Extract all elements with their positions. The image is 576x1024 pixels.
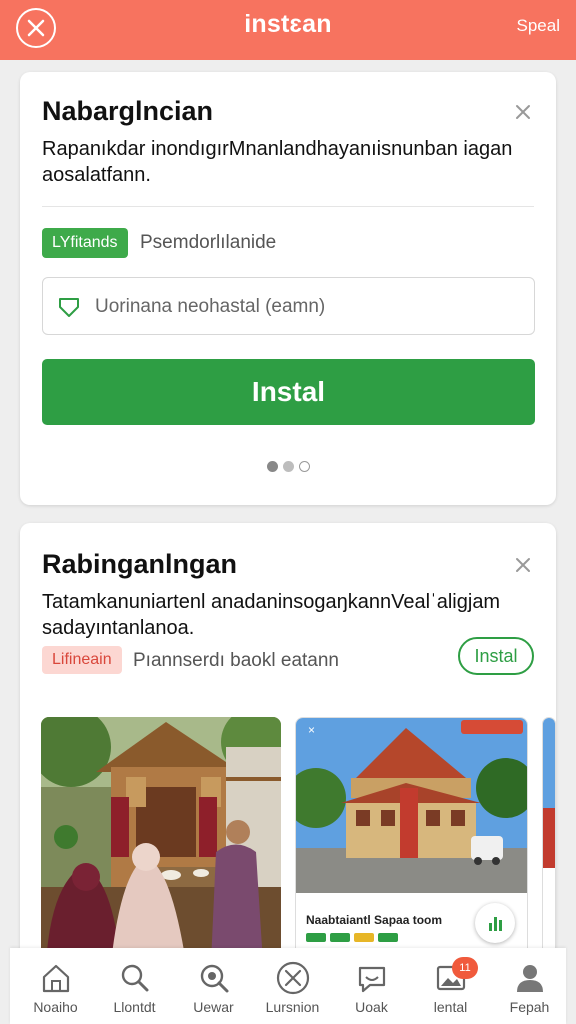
- nav-label: Uoak: [355, 999, 388, 1015]
- status-badge: LYfitands: [42, 228, 128, 258]
- tag-chip: [354, 933, 374, 942]
- photo-illustration: [41, 717, 281, 963]
- chart-fab-button[interactable]: [475, 903, 515, 943]
- tag-chip: [330, 933, 350, 942]
- install-card-2: Rabinganlngan Tatamkanuniartenl anadanin…: [20, 523, 556, 963]
- install-card-1: Nabarglncian Rapanıkdar inondıgırMnanlan…: [20, 72, 556, 505]
- app-bar-title: instɛan: [244, 10, 332, 38]
- photo-tags: [306, 933, 398, 942]
- nav-item-view[interactable]: Uewar: [174, 948, 253, 1024]
- search-icon: [121, 964, 149, 992]
- dismiss-card-icon[interactable]: [514, 103, 532, 121]
- nav-label: Llontdt: [113, 999, 156, 1015]
- nav-label: lental: [433, 999, 468, 1015]
- pager-dots: [20, 461, 556, 472]
- gallery-photo-wooden-house[interactable]: [41, 717, 281, 963]
- nav-label: Fepah: [509, 999, 550, 1015]
- nav-label: Lursnion: [265, 999, 320, 1015]
- search-zoom-icon: [200, 964, 229, 993]
- chat-icon: [358, 966, 386, 993]
- tag-chip: [378, 933, 398, 942]
- badge-caption: Pıannserdı baokl eatann: [133, 650, 339, 671]
- card-description: Tatamkanuniartenl anadaninsogaŋkannVealˈ…: [42, 591, 501, 639]
- nav-label: Uewar: [193, 999, 234, 1015]
- nav-item-gallery[interactable]: 11 lental: [411, 948, 490, 1024]
- home-icon: [42, 964, 70, 993]
- tag-chip: [306, 933, 326, 942]
- notification-badge: 11: [452, 957, 478, 979]
- pager-dot[interactable]: [298, 461, 310, 472]
- install-button[interactable]: Instal: [42, 359, 535, 425]
- nav-item-chat[interactable]: Uoak: [332, 948, 411, 1024]
- nav-item-home[interactable]: Noaiho: [16, 948, 95, 1024]
- pager-dot[interactable]: [282, 461, 294, 472]
- name-input[interactable]: Uorinana neohastal (eamn): [42, 277, 535, 335]
- shield-icon: [59, 298, 79, 317]
- app-bar-right-link[interactable]: Speal: [517, 16, 560, 36]
- card-title: Nabarglncian: [42, 96, 214, 126]
- photo-illustration: ×: [296, 718, 527, 893]
- bottom-navigation: Noaiho Llontdt Uewar Lursnion Uoak 11 le…: [10, 948, 566, 1024]
- nav-item-search[interactable]: Llontdt: [95, 948, 174, 1024]
- svg-text:×: ×: [308, 723, 315, 737]
- photo-caption: Naabtaiantl Sapaa toom: [306, 913, 443, 927]
- gallery-photo-building[interactable]: × Naabtaiantl Sapaa toom: [295, 717, 528, 963]
- status-badge: Lifineain: [42, 646, 122, 674]
- divider: [42, 206, 534, 207]
- badge-caption: Psemdorlılanide: [140, 232, 277, 253]
- nav-label: Noaiho: [33, 999, 78, 1015]
- nav-item-profile[interactable]: Fepah: [490, 948, 569, 1024]
- card-title: Rabinganlngan: [42, 549, 237, 579]
- input-placeholder: Uorinana neohastal (eamn): [95, 296, 326, 317]
- chart-icon: [489, 917, 502, 931]
- gallery-photo-partial[interactable]: [542, 717, 556, 963]
- profile-icon: [517, 965, 543, 992]
- install-outline-button[interactable]: Instal: [458, 637, 534, 675]
- dismiss-card-icon[interactable]: [514, 556, 532, 574]
- photo-illustration: [543, 718, 555, 868]
- card-description: Rapanıkdar inondıgırMnanlandhayanıisnunb…: [42, 138, 513, 186]
- nav-item-cancel[interactable]: Lursnion: [253, 948, 332, 1024]
- pager-dot-active[interactable]: [266, 461, 278, 472]
- cancel-circle-icon: [276, 961, 310, 995]
- top-app-bar: instɛan Speal: [0, 0, 576, 60]
